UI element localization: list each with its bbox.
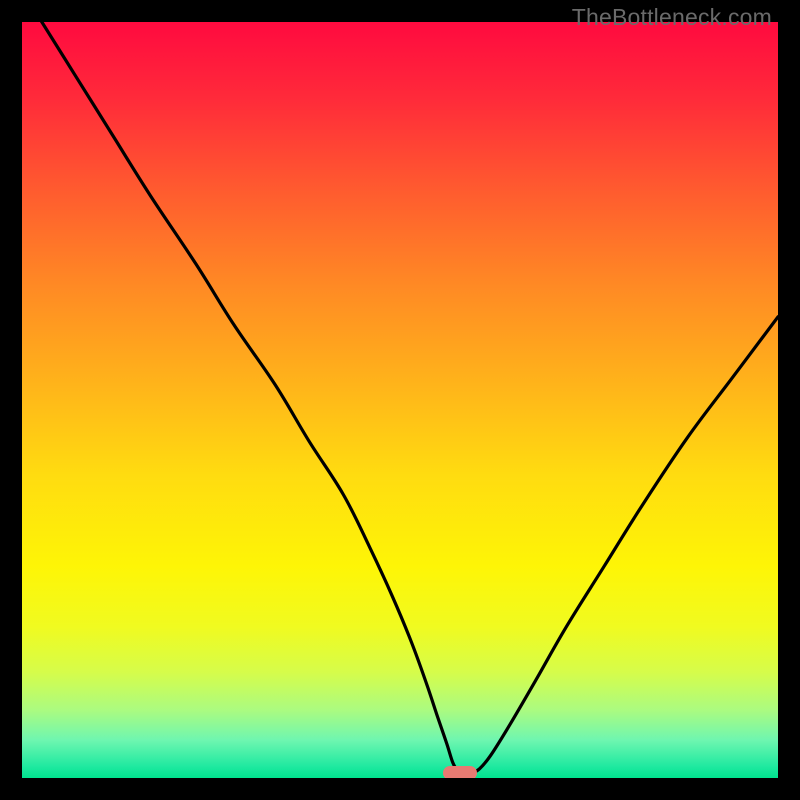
plot-area	[22, 22, 778, 778]
chart-frame: TheBottleneck.com	[0, 0, 800, 800]
bottleneck-curve	[22, 22, 778, 778]
optimal-marker	[443, 766, 477, 778]
watermark-text: TheBottleneck.com	[572, 4, 772, 31]
